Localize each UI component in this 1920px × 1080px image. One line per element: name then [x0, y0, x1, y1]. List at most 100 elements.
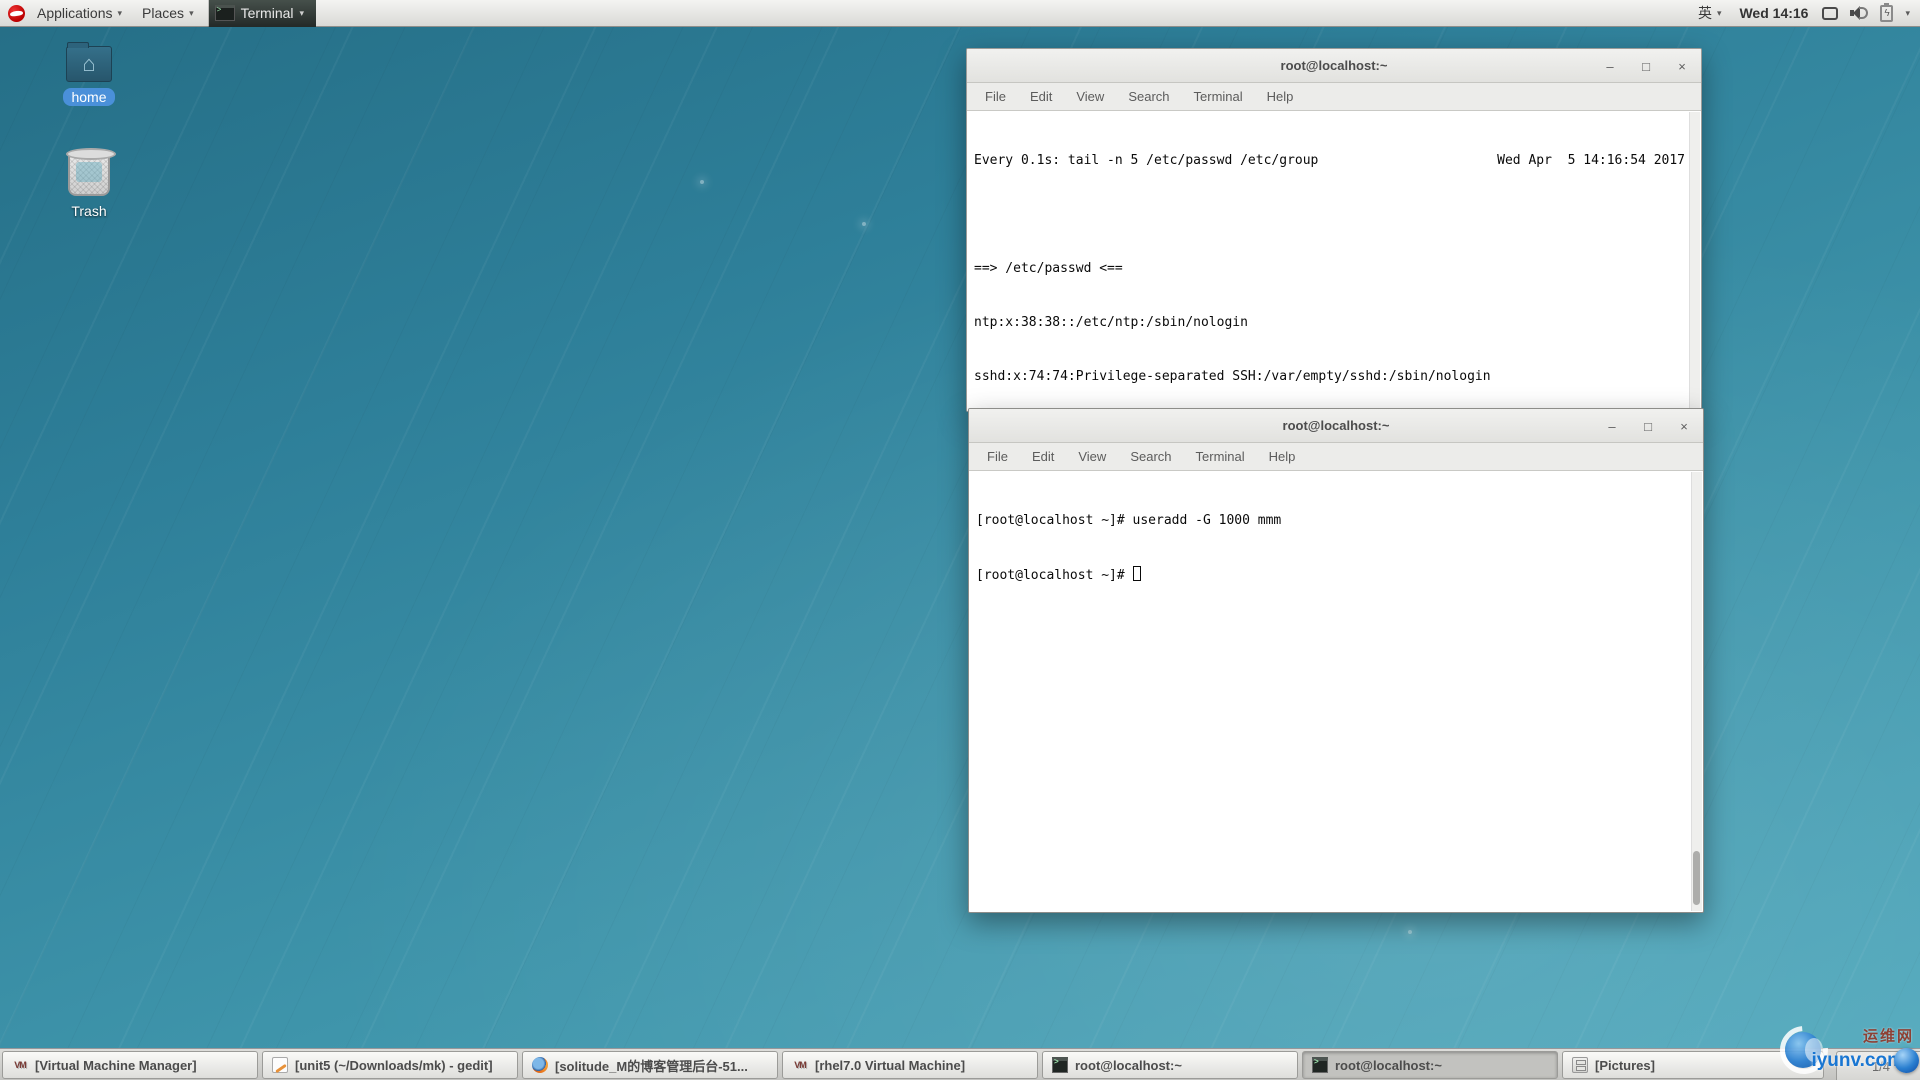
- taskbar-button-label: root@localhost:~: [1075, 1058, 1182, 1073]
- menu-help[interactable]: Help: [1267, 89, 1294, 104]
- terminal-window-watch[interactable]: root@localhost:~ – □ × File Edit View Se…: [966, 48, 1702, 412]
- menubar: File Edit View Search Terminal Help: [969, 443, 1703, 471]
- input-method-indicator[interactable]: 英 ▾: [1694, 0, 1726, 27]
- window-title: root@localhost:~: [1283, 418, 1390, 433]
- menu-terminal[interactable]: Terminal: [1194, 89, 1243, 104]
- menu-search[interactable]: Search: [1130, 449, 1171, 464]
- menu-view[interactable]: View: [1076, 89, 1104, 104]
- menu-edit[interactable]: Edit: [1030, 89, 1052, 104]
- menu-file[interactable]: File: [987, 449, 1008, 464]
- battery-charging-icon[interactable]: ϟ: [1880, 5, 1893, 22]
- home-folder-icon: ⌂: [66, 46, 112, 82]
- taskbar-button-label: [rhel7.0 Virtual Machine]: [815, 1058, 965, 1073]
- taskbar-button-gedit[interactable]: [unit5 (~/Downloads/mk) - gedit]: [262, 1051, 518, 1079]
- terminal-prompt-line: [root@localhost ~]#: [976, 566, 1687, 585]
- active-app-menu[interactable]: Terminal ▾: [209, 0, 316, 27]
- menubar: File Edit View Search Terminal Help: [967, 83, 1701, 111]
- terminal-icon: [1052, 1057, 1068, 1073]
- watch-timestamp: Wed Apr 5 14:16:54 2017: [1497, 152, 1685, 170]
- minimize-button[interactable]: –: [1605, 419, 1619, 434]
- gedit-icon: [272, 1057, 288, 1073]
- panel-status-area: 英 ▾ Wed 14:16 ϟ ▾: [1694, 0, 1920, 27]
- terminal-line: sshd:x:74:74:Privilege-separated SSH:/va…: [974, 368, 1685, 386]
- maximize-button[interactable]: □: [1641, 419, 1655, 434]
- trash-icon-label: Trash: [63, 202, 114, 220]
- volume-icon-part: [1859, 7, 1868, 19]
- close-button[interactable]: ×: [1675, 59, 1689, 74]
- wallpaper-sparkle: [1408, 930, 1412, 934]
- terminal-icon: [215, 5, 235, 21]
- taskbar-button-label: [solitude_M的博客管理后台-51...: [555, 1056, 748, 1075]
- scrollbar[interactable]: [1691, 472, 1702, 911]
- screen-icon[interactable]: [1822, 7, 1838, 20]
- terminal-line: ntp:x:38:38::/etc/ntp:/sbin/nologin: [974, 314, 1685, 332]
- terminal-icon: [1312, 1057, 1328, 1073]
- places-menu-label: Places: [142, 5, 184, 21]
- applications-menu-label: Applications: [37, 5, 113, 21]
- screen: Applications ▾ Places ▾ Terminal ▾ 英 ▾ W…: [0, 0, 1920, 1080]
- shell-prompt: [root@localhost ~]#: [976, 568, 1133, 583]
- firefox-icon: [532, 1057, 548, 1073]
- window-controls: – □ ×: [1603, 49, 1689, 83]
- terminal-line: [974, 206, 1685, 224]
- status-icons: ϟ ▾: [1822, 5, 1910, 22]
- watch-header-line: Every 0.1s: tail -n 5 /etc/passwd /etc/g…: [974, 152, 1685, 170]
- places-menu[interactable]: Places ▾: [132, 0, 204, 27]
- menu-terminal[interactable]: Terminal: [1196, 449, 1245, 464]
- menu-file[interactable]: File: [985, 89, 1006, 104]
- watch-command: Every 0.1s: tail -n 5 /etc/passwd /etc/g…: [974, 152, 1318, 170]
- taskbar-button-pictures[interactable]: [Pictures]: [1562, 1051, 1824, 1079]
- close-button[interactable]: ×: [1677, 419, 1691, 434]
- terminal-cursor: [1133, 566, 1141, 581]
- input-method-label: 英: [1698, 3, 1712, 23]
- window-title: root@localhost:~: [1281, 58, 1388, 73]
- titlebar[interactable]: root@localhost:~ – □ ×: [969, 409, 1703, 443]
- chevron-down-icon: ▾: [118, 8, 123, 19]
- window-controls: – □ ×: [1605, 409, 1691, 443]
- volume-icon[interactable]: [1850, 6, 1868, 20]
- terminal-window-focused[interactable]: root@localhost:~ – □ × File Edit View Se…: [968, 408, 1704, 913]
- desktop-icon-home[interactable]: ⌂ home: [46, 46, 132, 106]
- menu-edit[interactable]: Edit: [1032, 449, 1054, 464]
- active-app-label: Terminal: [241, 5, 294, 21]
- taskbar: VM [Virtual Machine Manager] [unit5 (~/D…: [0, 1048, 1920, 1080]
- scrollbar-thumb[interactable]: [1693, 851, 1700, 905]
- taskbar-button-label: root@localhost:~: [1335, 1058, 1442, 1073]
- menu-search[interactable]: Search: [1128, 89, 1169, 104]
- terminal-output[interactable]: Every 0.1s: tail -n 5 /etc/passwd /etc/g…: [967, 111, 1701, 411]
- chevron-down-icon: ▾: [189, 8, 194, 19]
- wallpaper-sparkle: [862, 222, 866, 226]
- home-icon-label: home: [63, 88, 114, 106]
- chevron-down-icon: ▾: [1717, 8, 1722, 19]
- taskbar-button-rhel-vm[interactable]: VM [rhel7.0 Virtual Machine]: [782, 1051, 1038, 1079]
- redhat-logo-icon: [8, 5, 25, 22]
- scrollbar[interactable]: [1689, 112, 1700, 410]
- taskbar-button-vmm[interactable]: VM [Virtual Machine Manager]: [2, 1051, 258, 1079]
- house-glyph: ⌂: [82, 53, 95, 75]
- chevron-down-icon[interactable]: ▾: [1905, 8, 1910, 19]
- wallpaper-sparkle: [700, 180, 704, 184]
- titlebar[interactable]: root@localhost:~ – □ ×: [967, 49, 1701, 83]
- trash-icon: [68, 152, 110, 196]
- taskbar-button-label: [Virtual Machine Manager]: [35, 1058, 197, 1073]
- taskbar-button-terminal-1[interactable]: root@localhost:~: [1042, 1051, 1298, 1079]
- taskbar-button-label: [unit5 (~/Downloads/mk) - gedit]: [295, 1058, 493, 1073]
- applications-menu[interactable]: Applications ▾: [27, 0, 132, 27]
- taskbar-button-terminal-2[interactable]: root@localhost:~: [1302, 1051, 1558, 1079]
- clock[interactable]: Wed 14:16: [1739, 5, 1808, 21]
- terminal-output[interactable]: [root@localhost ~]# useradd -G 1000 mmm …: [969, 471, 1703, 912]
- vmm-icon: VM: [12, 1057, 28, 1073]
- desktop-icon-trash[interactable]: Trash: [46, 152, 132, 220]
- taskbar-button-label: [Pictures]: [1595, 1058, 1655, 1073]
- top-panel: Applications ▾ Places ▾ Terminal ▾ 英 ▾ W…: [0, 0, 1920, 27]
- menu-help[interactable]: Help: [1269, 449, 1296, 464]
- chevron-down-icon: ▾: [300, 8, 305, 19]
- terminal-line: ==> /etc/passwd <==: [974, 260, 1685, 278]
- taskbar-button-firefox[interactable]: [solitude_M的博客管理后台-51...: [522, 1051, 778, 1079]
- file-manager-icon: [1572, 1057, 1588, 1073]
- maximize-button[interactable]: □: [1639, 59, 1653, 74]
- workspace-switcher[interactable]: 1/4: [1836, 1051, 1920, 1080]
- terminal-line: [root@localhost ~]# useradd -G 1000 mmm: [976, 512, 1687, 530]
- menu-view[interactable]: View: [1078, 449, 1106, 464]
- minimize-button[interactable]: –: [1603, 59, 1617, 74]
